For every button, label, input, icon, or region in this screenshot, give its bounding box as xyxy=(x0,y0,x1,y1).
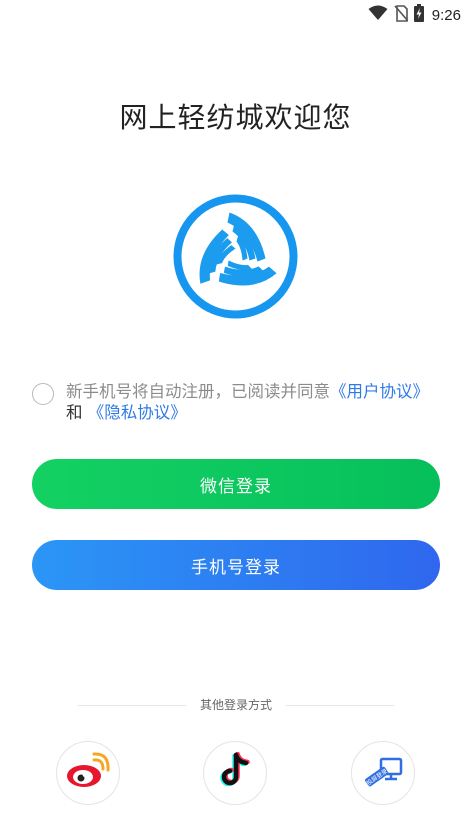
agreement-and: 和 xyxy=(66,403,83,422)
other-login-divider: 其他登录方式 xyxy=(78,696,394,714)
no-sim-icon xyxy=(394,4,409,26)
screen-login-icon: 投屏登录 xyxy=(361,751,405,795)
phone-login-button[interactable]: 手机号登录 xyxy=(32,540,440,590)
user-agreement-link[interactable]: 《用户协议》 xyxy=(330,382,429,401)
wechat-login-button[interactable]: 微信登录 xyxy=(32,459,440,509)
divider-line-right xyxy=(286,705,394,706)
douyin-login-button[interactable] xyxy=(203,741,267,805)
douyin-icon xyxy=(218,751,252,794)
agreement-checkbox[interactable] xyxy=(32,383,54,405)
status-time: 9:26 xyxy=(431,6,461,24)
weibo-icon xyxy=(65,751,111,795)
battery-charging-icon xyxy=(413,4,424,26)
page-title: 网上轻纺城欢迎您 xyxy=(119,101,352,134)
screen-login-button[interactable]: 投屏登录 xyxy=(351,741,415,805)
agreement-text: 新手机号将自动注册，已阅读并同意《用户协议》 和 《隐私协议》 xyxy=(66,381,438,423)
privacy-policy-link[interactable]: 《隐私协议》 xyxy=(88,403,187,422)
login-screen: 9:26 网上轻纺城欢迎您 新手机号将自动注册，已阅读并同意《用户协议》 和 《… xyxy=(0,0,471,837)
status-bar: 9:26 xyxy=(0,0,471,28)
weibo-login-button[interactable] xyxy=(56,741,120,805)
app-logo-icon xyxy=(172,193,299,320)
agreement-prefix: 新手机号将自动注册，已阅读并同意 xyxy=(66,382,330,401)
wifi-icon xyxy=(368,5,388,25)
status-icons: 9:26 xyxy=(368,4,461,26)
